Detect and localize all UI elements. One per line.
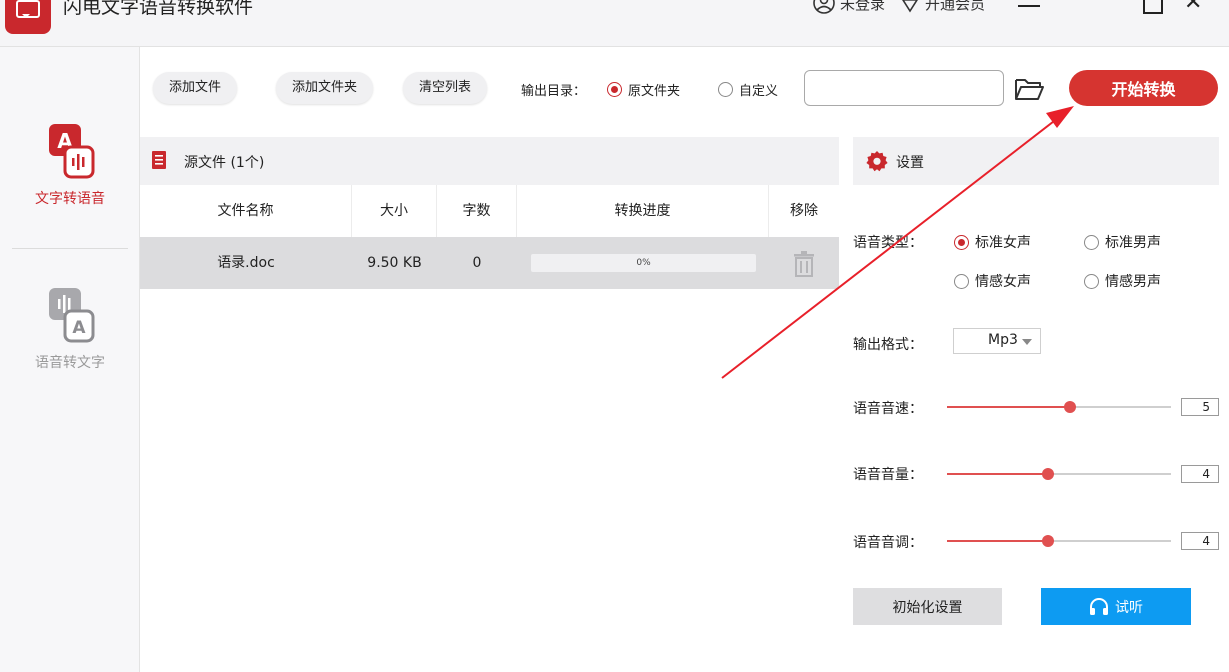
file-size-cell: 9.50 KB — [367, 255, 422, 271]
volume-label: 语音音量： — [853, 467, 923, 483]
sidebar-divider — [12, 248, 128, 249]
word-count-cell: 0 — [472, 255, 482, 271]
slider-handle[interactable] — [1064, 401, 1077, 413]
volume-slider[interactable] — [947, 467, 1171, 481]
column-header-count[interactable]: 字数 — [437, 185, 517, 237]
vip-link[interactable]: 开通会员 — [925, 0, 985, 14]
minimize-button[interactable] — [1014, 0, 1042, 14]
speed-slider[interactable] — [947, 400, 1171, 414]
radio-label: 标准男声 — [1105, 235, 1161, 251]
radio-unchecked-icon — [1084, 234, 1099, 250]
reset-settings-button[interactable]: 初始化设置 — [853, 588, 1002, 625]
output-dir-label: 输出目录： — [521, 84, 587, 99]
pitch-value-box[interactable]: 4 — [1181, 532, 1219, 550]
radio-label: 自定义 — [739, 84, 779, 99]
column-header-progress[interactable]: 转换进度 — [517, 185, 769, 237]
sidebar-item-text-to-speech[interactable]: A 文字转语音 — [0, 122, 140, 208]
settings-title: 设置 — [896, 155, 924, 171]
login-link[interactable]: 未登录 — [840, 0, 885, 14]
file-list-header: 源文件 (1个) — [140, 137, 839, 185]
voice-emotional-female-radio[interactable]: 情感女声 — [954, 271, 1031, 291]
maximize-button[interactable] — [1140, 0, 1163, 14]
speed-label: 语音音速： — [853, 401, 923, 417]
sidebar: A 文字转语音 A 语音转文字 — [0, 47, 140, 672]
svg-text:A: A — [72, 318, 86, 338]
listen-button[interactable]: 试听 — [1041, 588, 1191, 625]
file-name-cell: 语录.doc — [217, 255, 275, 271]
listen-label: 试听 — [1115, 599, 1143, 616]
format-value: Mp3 — [988, 332, 1018, 348]
add-file-button[interactable]: 添加文件 — [153, 72, 238, 104]
progress-text: 0% — [636, 258, 651, 268]
settings-header: 设置 — [853, 137, 1219, 185]
output-custom-radio[interactable]: 自定义 — [718, 80, 778, 99]
radio-checked-icon — [607, 82, 622, 97]
title-bar: 闪电文字语音转换软件 未登录 开通会员 ✕ — [0, 0, 1229, 47]
progress-bar: 0% — [531, 254, 756, 272]
sidebar-item-label: 文字转语音 — [35, 191, 105, 207]
output-original-radio[interactable]: 原文件夹 — [607, 80, 680, 99]
sidebar-item-speech-to-text[interactable]: A 语音转文字 — [0, 286, 140, 372]
volume-value-box[interactable]: 4 — [1181, 465, 1219, 483]
open-folder-icon[interactable] — [1013, 75, 1045, 103]
column-header-name[interactable]: 文件名称 — [140, 185, 352, 237]
voice-standard-male-radio[interactable]: 标准男声 — [1084, 232, 1161, 252]
pitch-label: 语音音调： — [853, 535, 923, 551]
radio-checked-icon — [954, 234, 969, 250]
column-header-remove: 移除 — [790, 203, 818, 219]
voice-emotional-male-radio[interactable]: 情感男声 — [1084, 271, 1161, 291]
app-title: 闪电文字语音转换软件 — [63, 0, 254, 18]
headphones-icon — [1090, 597, 1108, 615]
pitch-slider[interactable] — [947, 534, 1171, 548]
start-convert-button[interactable]: 开始转换 — [1069, 70, 1218, 106]
radio-unchecked-icon — [954, 273, 969, 289]
text-to-speech-icon: A — [49, 124, 95, 179]
gear-icon — [866, 151, 888, 172]
voice-type-label: 语音类型： — [853, 235, 923, 251]
chevron-down-icon — [1022, 339, 1032, 345]
radio-label: 原文件夹 — [628, 84, 681, 99]
speed-value-box[interactable]: 5 — [1181, 398, 1219, 416]
slider-handle[interactable] — [1041, 468, 1054, 480]
output-format-select[interactable]: Mp3 — [953, 328, 1041, 354]
output-path-input[interactable] — [804, 70, 1004, 106]
file-list-title: 源文件 (1个) — [184, 155, 265, 171]
document-icon — [152, 151, 166, 169]
radio-unchecked-icon — [718, 82, 733, 97]
output-format-label: 输出格式： — [853, 337, 923, 353]
radio-label: 情感女声 — [975, 274, 1031, 290]
app-logo-icon — [5, 0, 51, 34]
user-icon[interactable] — [812, 0, 836, 15]
column-header-size[interactable]: 大小 — [352, 185, 437, 237]
vip-diamond-icon[interactable] — [899, 0, 921, 14]
slider-handle[interactable] — [1041, 535, 1054, 547]
clear-list-button[interactable]: 清空列表 — [403, 72, 488, 104]
table-row[interactable]: 语录.doc 9.50 KB 0 0% — [140, 237, 839, 289]
voice-standard-female-radio[interactable]: 标准女声 — [954, 232, 1031, 252]
trash-icon[interactable] — [791, 250, 817, 278]
radio-unchecked-icon — [1084, 273, 1099, 289]
radio-label: 情感男声 — [1105, 274, 1161, 290]
speech-to-text-icon: A — [49, 288, 95, 343]
close-button[interactable]: ✕ — [1184, 0, 1208, 14]
add-folder-button[interactable]: 添加文件夹 — [276, 72, 374, 104]
table-header-row: 文件名称 大小 字数 转换进度 移除 — [140, 185, 839, 237]
radio-label: 标准女声 — [975, 235, 1031, 251]
sidebar-item-label: 语音转文字 — [35, 355, 105, 371]
top-actions: 未登录 开通会员 — [812, 0, 985, 15]
